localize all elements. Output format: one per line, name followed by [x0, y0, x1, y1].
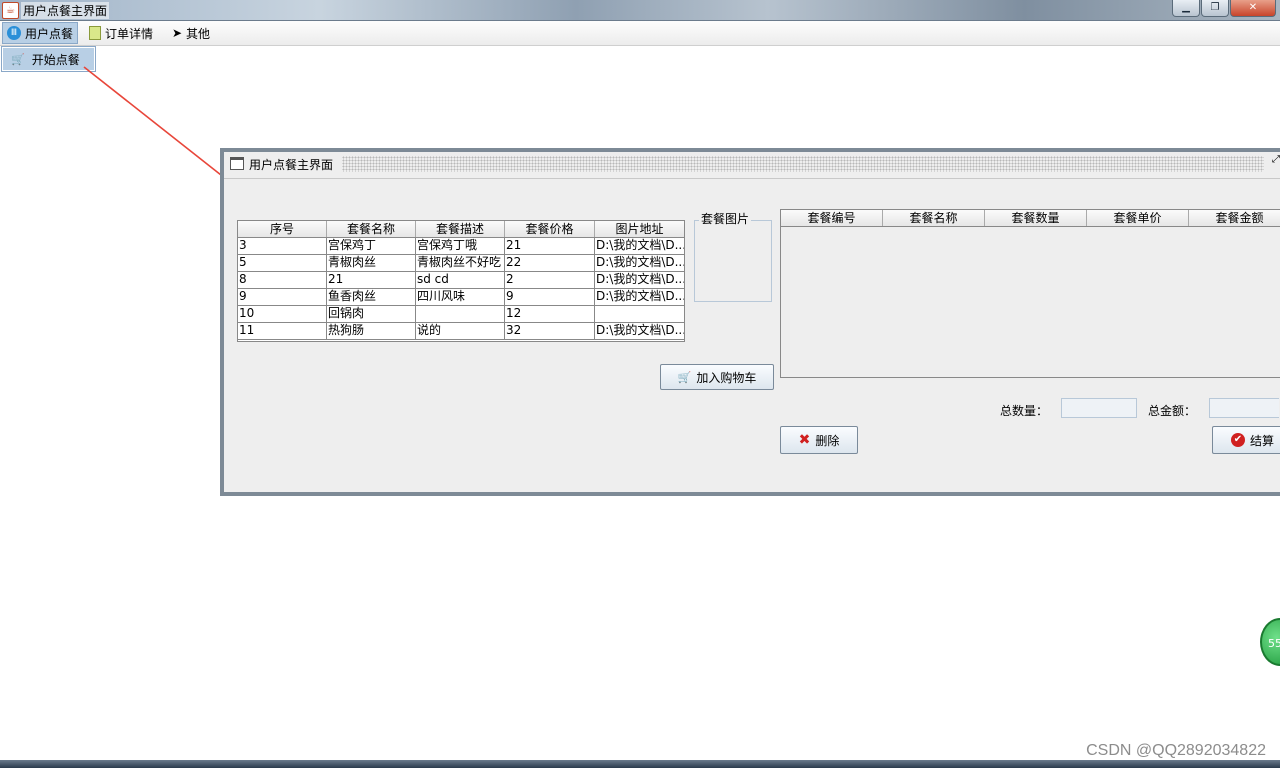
taskbar [0, 760, 1280, 768]
table-cell: 回锅肉 [327, 306, 416, 322]
table-cell: D:\我的文档\D... [596, 289, 684, 303]
dish-image-label: 套餐图片 [699, 210, 752, 227]
menu-table[interactable]: 序号 套餐名称 套餐描述 套餐价格 图片地址 3 宫保鸡丁 宫保鸡丁哦 21 D:\我的… [237, 220, 685, 342]
table-cell: 21 [327, 272, 416, 288]
table-cell: 9 [505, 289, 595, 305]
internal-frame-title: 用户点餐主界面 [249, 158, 334, 172]
menu-table-header: 序号 套餐名称 套餐描述 套餐价格 图片地址 [238, 221, 684, 238]
table-row[interactable]: 3 宫保鸡丁 宫保鸡丁哦 21 D:\我的文档\D... [238, 238, 684, 255]
column-header[interactable]: 套餐单价 [1087, 210, 1189, 226]
table-cell [416, 306, 505, 322]
table-cell: 11 [238, 323, 327, 339]
table-cell: 四川风味 [416, 289, 505, 305]
total-amount-label: 总金额： [1148, 404, 1197, 418]
internal-frame-order: 用户点餐主界面 ⤢ 序号 套餐名称 套餐描述 套餐价格 图片地址 3 宫保鸡丁 宫保… [220, 148, 1280, 496]
column-header[interactable]: 套餐编号 [781, 210, 883, 226]
table-cell: 9 [238, 289, 327, 305]
table-cell: 2 [505, 272, 595, 288]
table-cell: 说的 [416, 323, 505, 339]
total-amount-field[interactable] [1209, 398, 1279, 418]
table-row[interactable]: 11 热狗肠 说的 32 D:\我的文档\D... [238, 323, 684, 340]
table-row[interactable]: 9 鱼香肉丝 四川风味 9 D:\我的文档\D... [238, 289, 684, 306]
column-header[interactable]: 套餐名称 [327, 221, 416, 237]
table-cell: D:\我的文档\D... [596, 323, 684, 337]
table-cell [595, 306, 684, 322]
column-header[interactable]: 图片地址 [595, 221, 684, 237]
column-header[interactable]: 套餐描述 [416, 221, 505, 237]
table-cell: 鱼香肉丝 [327, 289, 416, 305]
table-cell: 22 [505, 255, 595, 271]
maximize-icon[interactable]: ⤢ [1270, 154, 1280, 166]
add-to-cart-button[interactable]: 🛒 加入购物车 [660, 364, 774, 390]
table-cell: 12 [505, 306, 595, 322]
table-cell: 宫保鸡丁 [327, 238, 416, 254]
table-cell: 宫保鸡丁哦 [416, 238, 505, 254]
dish-image-panel [694, 220, 772, 302]
total-quantity-field[interactable] [1061, 398, 1137, 418]
column-header[interactable]: 套餐价格 [505, 221, 595, 237]
table-cell: D:\我的文档\D... [596, 272, 684, 286]
title-bar-texture [342, 156, 1264, 172]
table-cell: D:\我的文档\D... [596, 255, 684, 269]
column-header[interactable]: 套餐金额 [1189, 210, 1280, 226]
table-cell: 32 [505, 323, 595, 339]
table-row[interactable]: 10 回锅肉 12 [238, 306, 684, 323]
frame-icon [230, 157, 244, 170]
table-cell: 青椒肉丝不好吃 [416, 255, 505, 271]
column-header[interactable]: 套餐名称 [883, 210, 985, 226]
close-icon: ✖ [798, 432, 811, 448]
button-label: 加入购物车 [696, 370, 757, 385]
delete-button[interactable]: ✖ 删除 [780, 426, 858, 454]
check-circle-icon: ✔ [1230, 433, 1245, 447]
total-quantity-label: 总数量： [1000, 404, 1049, 418]
table-cell: 10 [238, 306, 327, 322]
menu-table-body: 3 宫保鸡丁 宫保鸡丁哦 21 D:\我的文档\D... 5 青椒肉丝 青椒肉丝不好吃 22 D:… [238, 238, 684, 340]
internal-frame-title-bar[interactable]: 用户点餐主界面 ⤢ [224, 152, 1280, 179]
table-cell: 3 [238, 238, 327, 254]
table-cell: D:\我的文档\D... [596, 238, 684, 252]
table-cell: 21 [505, 238, 595, 254]
cart-icon: 🛒 [677, 370, 692, 384]
table-cell: sd cd [416, 272, 505, 288]
table-cell: 5 [238, 255, 327, 271]
table-row[interactable]: 8 21 sd cd 2 D:\我的文档\D... [238, 272, 684, 289]
column-header[interactable]: 序号 [238, 221, 327, 237]
table-cell: 青椒肉丝 [327, 255, 416, 271]
button-label: 删除 [815, 433, 840, 448]
table-cell: 热狗肠 [327, 323, 416, 339]
column-header[interactable]: 套餐数量 [985, 210, 1087, 226]
checkout-button[interactable]: ✔ 结算 [1212, 426, 1280, 454]
watermark: CSDN @QQ2892034822 [1086, 742, 1266, 759]
cart-table-header: 套餐编号 套餐名称 套餐数量 套餐单价 套餐金额 [781, 210, 1280, 227]
button-label: 结算 [1249, 433, 1274, 448]
table-cell: 8 [238, 272, 327, 288]
table-row[interactable]: 5 青椒肉丝 青椒肉丝不好吃 22 D:\我的文档\D... [238, 255, 684, 272]
cart-table[interactable]: 套餐编号 套餐名称 套餐数量 套餐单价 套餐金额 [780, 209, 1280, 378]
